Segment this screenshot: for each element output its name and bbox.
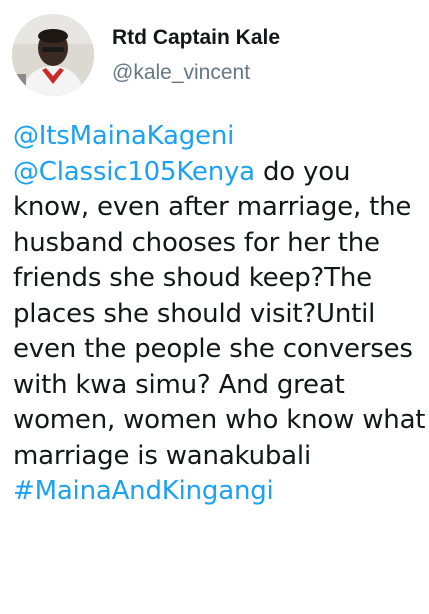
tweet-text: @ItsMainaKageni @Classic105Kenya do you … [13, 119, 427, 510]
mention-link-1[interactable]: @ItsMainaKageni [13, 121, 234, 151]
tweet-card: Rtd Captain Kale @kale_vincent @ItsMaina… [0, 0, 429, 614]
tweet-body-text: do you know, even after marriage, the hu… [13, 156, 426, 471]
mention-link-2[interactable]: @Classic105Kenya [13, 157, 255, 187]
tweet-header: Rtd Captain Kale @kale_vincent [112, 24, 412, 86]
author-handle[interactable]: @kale_vincent [112, 60, 412, 86]
avatar-photo-icon [12, 14, 94, 96]
hashtag-link[interactable]: #MainaAndKingangi [13, 476, 274, 506]
author-display-name[interactable]: Rtd Captain Kale [112, 24, 412, 52]
author-avatar[interactable] [12, 14, 94, 96]
